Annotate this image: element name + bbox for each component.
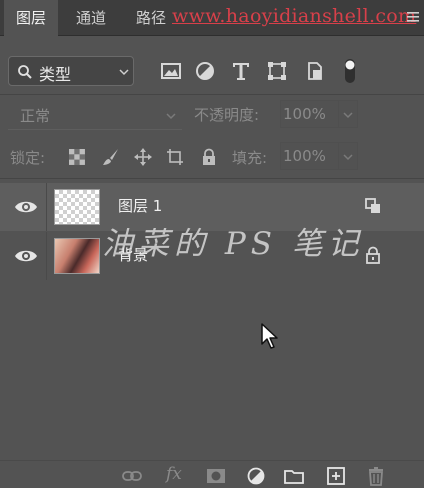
new-group-folder-icon[interactable] <box>284 466 304 486</box>
adjustment-filter-icon[interactable] <box>194 60 216 82</box>
panel-menu-icon[interactable] <box>406 10 420 24</box>
chevron-down-icon <box>343 112 353 119</box>
linked-icon <box>365 198 380 213</box>
link-layers-icon[interactable] <box>122 466 142 486</box>
opacity-dropdown[interactable] <box>338 100 358 128</box>
chevron-down-icon <box>119 69 129 76</box>
layer-name[interactable]: 图层 1 <box>118 195 162 216</box>
watermark-overlay-text: 油菜的 PS 笔记 <box>102 226 364 262</box>
search-icon <box>18 65 32 79</box>
layers-bottom-toolbar: fx <box>0 460 424 488</box>
layer-thumbnail-photo <box>54 238 100 274</box>
lock-row: 锁定: 填充: 100% <box>0 140 424 174</box>
divider <box>46 183 47 231</box>
lock-all-icon[interactable] <box>200 148 218 166</box>
lock-transparency-icon[interactable] <box>68 148 86 166</box>
panel-tab-bar: 图层 通道 路径 www.haoyidianshell.com <box>0 0 424 37</box>
opacity-label: 不透明度: <box>194 106 260 124</box>
layer-filter-row: 类型 <box>0 52 424 90</box>
adjustment-layer-icon[interactable] <box>246 466 266 486</box>
mouse-cursor-icon <box>261 323 278 349</box>
lock-icon <box>366 246 380 264</box>
blend-row: 正常 不透明度: 100% <box>0 98 424 132</box>
tab-layers[interactable]: 图层 <box>4 0 59 37</box>
smart-object-filter-icon[interactable] <box>304 60 326 82</box>
add-mask-icon[interactable] <box>206 466 226 486</box>
layer-style-fx-icon[interactable]: fx <box>166 464 182 484</box>
trash-icon[interactable] <box>366 466 386 486</box>
fill-label: 填充: <box>232 149 268 167</box>
chevron-down-icon <box>166 113 176 120</box>
layer-thumbnail-transparent <box>54 189 100 225</box>
lock-pixels-brush-icon[interactable] <box>102 148 120 166</box>
blend-mode-select[interactable]: 正常 <box>8 100 182 130</box>
watermark-url: www.haoyidianshell.com <box>172 5 417 27</box>
fill-input[interactable]: 100% <box>280 142 340 170</box>
filter-kind-label: 类型 <box>39 65 72 84</box>
shape-filter-icon[interactable] <box>266 60 288 82</box>
opacity-input[interactable]: 100% <box>280 100 340 128</box>
tab-channels[interactable]: 通道 <box>64 0 118 36</box>
filter-kind-select[interactable]: 类型 <box>8 56 134 86</box>
filter-toggle-icon[interactable] <box>342 57 358 85</box>
tab-paths[interactable]: 路径 <box>124 0 178 36</box>
blend-mode-value: 正常 <box>20 107 51 125</box>
lock-position-move-icon[interactable] <box>134 148 152 166</box>
lock-label: 锁定: <box>10 149 46 167</box>
new-layer-icon[interactable] <box>326 466 346 486</box>
type-filter-icon[interactable] <box>230 60 252 82</box>
eye-icon[interactable] <box>14 248 38 264</box>
lock-artboard-icon[interactable] <box>166 148 184 166</box>
divider <box>0 94 424 95</box>
fill-dropdown[interactable] <box>338 142 358 170</box>
image-filter-icon[interactable] <box>160 60 182 82</box>
divider <box>46 232 47 280</box>
chevron-down-icon <box>343 154 353 161</box>
divider <box>0 178 424 179</box>
eye-icon[interactable] <box>14 199 38 215</box>
